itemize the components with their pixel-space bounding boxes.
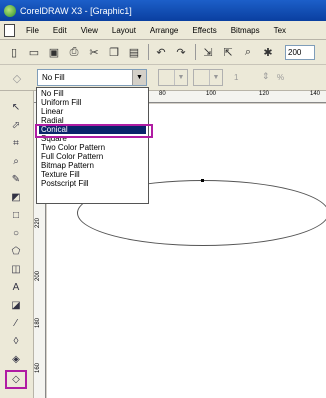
rectangle-tool-icon[interactable]: □ [6,207,26,223]
menu-bitmaps[interactable]: Bitmaps [224,26,267,35]
disabled-select: ▼ [158,69,188,86]
fill-option-full-color-pattern[interactable]: Full Color Pattern [39,152,146,161]
ruler-tick: 80 [159,91,166,97]
ruler-tick: 220 [35,217,41,228]
standard-toolbar: ▯ ▭ ▣ ⎙ ✂ ❐ ▤ ↶ ↷ ⇲ ⇱ ⌕ ✱ 200 [0,40,326,65]
eyedropper-tool-icon[interactable]: ⁄ [6,315,26,331]
new-icon[interactable]: ▯ [5,43,23,61]
undo-icon[interactable]: ↶ [152,43,170,61]
menu-bar: File Edit View Layout Arrange Effects Bi… [0,21,326,40]
disabled-select: ▼ [193,69,223,86]
redo-icon[interactable]: ↷ [172,43,190,61]
chevron-down-icon[interactable]: ▼ [132,70,146,85]
spin-arrows-icon: ⇕ [262,71,270,81]
interactive-fill-tool-icon[interactable]: ◇ [5,370,27,389]
basic-shapes-tool-icon[interactable]: ◫ [6,261,26,277]
fill-type-select[interactable]: No Fill ▼ [37,69,147,86]
fill-type-dropdown: No Fill Uniform Fill Linear Radial Conic… [36,87,149,204]
open-icon[interactable]: ▭ [25,43,43,61]
interactive-blend-tool-icon[interactable]: ◪ [6,297,26,313]
ruler-tick: 120 [259,91,270,97]
fill-option-bitmap-pattern[interactable]: Bitmap Pattern [39,161,146,170]
node-handle[interactable] [201,179,204,182]
title-bar: CorelDRAW X3 - [Graphic1] [0,0,326,21]
import-icon[interactable]: ⇲ [199,43,217,61]
export-icon[interactable]: ⇱ [219,43,237,61]
document-icon[interactable] [4,23,15,37]
coreldraw-logo-icon [4,4,16,17]
pick-tool-icon[interactable]: ↖ [6,99,26,115]
toolbar-separator [195,44,196,60]
text-tool-icon[interactable]: A [6,279,26,295]
fill-option-no-fill[interactable]: No Fill [39,89,146,98]
spin-value: 1 [234,73,239,82]
menu-edit[interactable]: Edit [46,26,74,35]
polygon-tool-icon[interactable]: ⬠ [6,243,26,259]
fill-option-linear[interactable]: Linear [39,107,146,116]
toolbox: ↖ ⬀ ⌗ ⌕ ✎ ◩ □ ○ ⬠ ◫ A ◪ ⁄ ◊ ◈ ◇ [0,91,34,398]
smart-fill-tool-icon[interactable]: ◩ [6,189,26,205]
menu-arrange[interactable]: Arrange [143,26,185,35]
ruler-tick: 180 [35,317,41,328]
crop-tool-icon[interactable]: ⌗ [6,135,26,151]
save-icon[interactable]: ▣ [45,43,63,61]
menu-effects[interactable]: Effects [185,26,223,35]
menu-text[interactable]: Tex [267,26,293,35]
chevron-down-icon: ▼ [209,70,222,85]
fill-option-two-color-pattern[interactable]: Two Color Pattern [39,143,146,152]
ruler-tick: 200 [35,270,41,281]
fill-option-uniform[interactable]: Uniform Fill [39,98,146,107]
menu-layout[interactable]: Layout [105,26,143,35]
menu-file[interactable]: File [19,26,46,35]
ellipse-tool-icon[interactable]: ○ [6,225,26,241]
copy-icon[interactable]: ❐ [105,43,123,61]
shape-tool-icon[interactable]: ⬀ [6,117,26,133]
ruler-tick: 100 [206,91,217,97]
toolbar-separator [148,44,149,60]
freehand-tool-icon[interactable]: ✎ [6,171,26,187]
outline-tool-icon[interactable]: ◊ [6,333,26,349]
zoom-icon[interactable]: ⌕ [239,43,257,61]
fill-option-postscript[interactable]: Postscript Fill [39,179,146,188]
print-icon[interactable]: ⎙ [65,43,83,61]
paste-icon[interactable]: ▤ [125,43,143,61]
fill-icon: ◇ [12,72,22,85]
menu-view[interactable]: View [74,26,105,35]
fill-tool-icon[interactable]: ◈ [6,351,26,367]
unit-label: % [277,73,285,82]
chevron-down-icon: ▼ [174,70,187,85]
zoom-level-field[interactable]: 200 [285,44,315,60]
publish-icon[interactable]: ✱ [259,43,277,61]
selection-highlight [35,124,153,138]
fill-option-texture[interactable]: Texture Fill [39,170,146,179]
fill-type-value: No Fill [42,73,65,82]
zoom-tool-icon[interactable]: ⌕ [6,153,26,169]
ruler-tick: 160 [35,362,41,373]
window-title: CorelDRAW X3 - [Graphic1] [20,5,132,16]
cut-icon[interactable]: ✂ [85,43,103,61]
ruler-tick: 140 [310,91,321,97]
